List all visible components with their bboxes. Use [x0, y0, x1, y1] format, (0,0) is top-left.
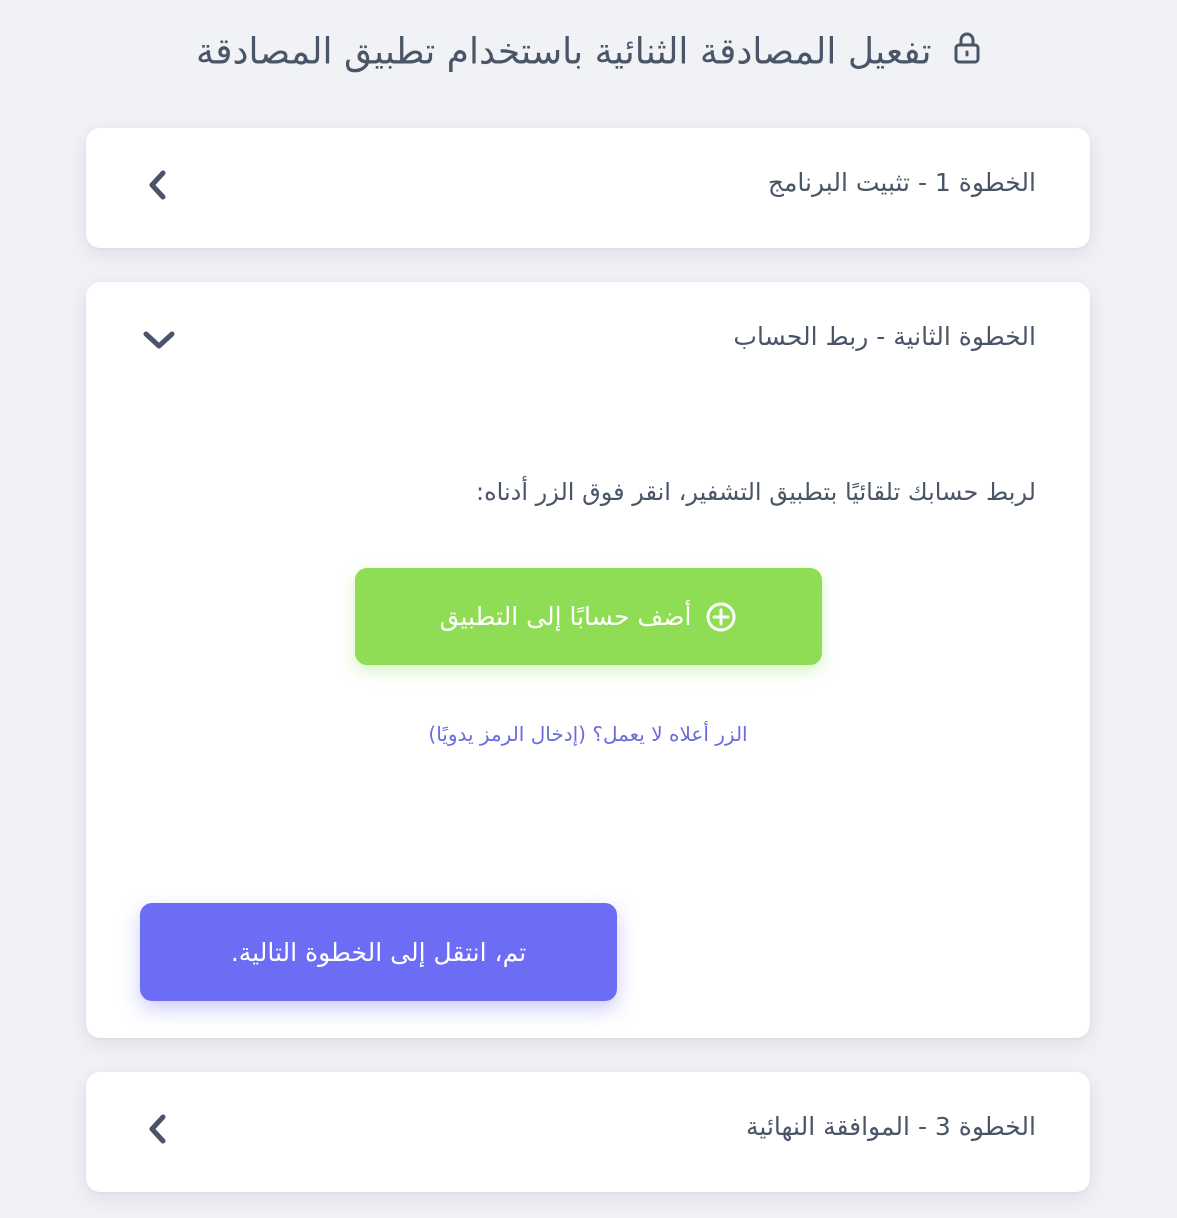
step-1-header[interactable]: الخطوة 1 - تثبيت البرنامج [86, 128, 1090, 248]
lock-icon [954, 32, 980, 64]
step-2-card: الخطوة الثانية - ربط الحساب لربط حسابك ت… [86, 282, 1090, 1038]
step-2-header[interactable]: الخطوة الثانية - ربط الحساب [86, 282, 1090, 402]
add-account-button[interactable]: أضف حسابًا إلى التطبيق [355, 568, 822, 665]
chevron-left-icon [149, 170, 166, 200]
step-3-title: الخطوة 3 - الموافقة النهائية [746, 1112, 1036, 1141]
step-3-header[interactable]: الخطوة 3 - الموافقة النهائية [86, 1072, 1090, 1192]
manual-entry-link[interactable]: الزر أعلاه لا يعمل؟ (إدخال الرمز يدويًا) [86, 722, 1090, 746]
step-1-card: الخطوة 1 - تثبيت البرنامج [86, 128, 1090, 248]
next-step-button[interactable]: تم، انتقل إلى الخطوة التالية. [140, 903, 617, 1001]
chevron-down-icon [143, 331, 175, 349]
step-3-card: الخطوة 3 - الموافقة النهائية [86, 1072, 1090, 1192]
page-title: تفعيل المصادقة الثنائية باستخدام تطبيق ا… [0, 30, 1177, 73]
chevron-left-icon [149, 1114, 166, 1144]
next-step-button-label: تم، انتقل إلى الخطوة التالية. [230, 937, 527, 967]
step-2-instruction: لربط حسابك تلقائيًا بتطبيق التشفير، انقر… [476, 478, 1036, 506]
step-2-title: الخطوة الثانية - ربط الحساب [733, 322, 1036, 351]
step-1-title: الخطوة 1 - تثبيت البرنامج [767, 168, 1036, 197]
page-title-text: تفعيل المصادقة الثنائية باستخدام تطبيق ا… [195, 31, 932, 73]
plus-circle-icon [706, 602, 736, 631]
add-account-button-label: أضف حسابًا إلى التطبيق [439, 602, 692, 631]
